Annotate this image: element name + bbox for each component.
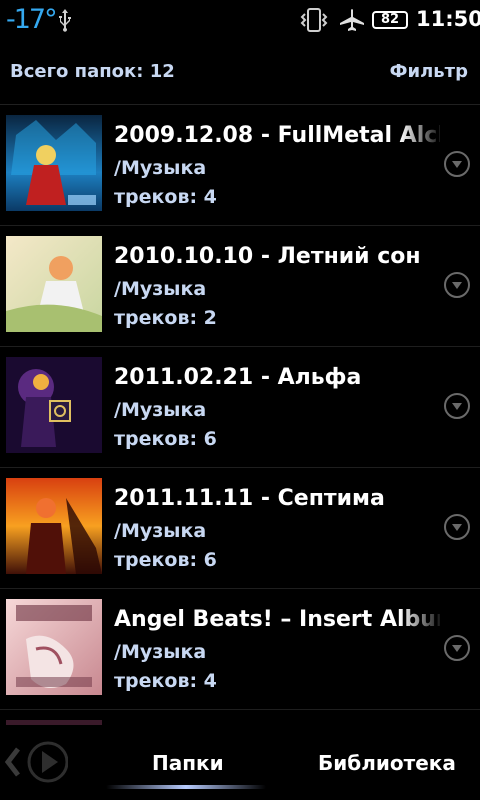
album-cover-image — [6, 478, 102, 574]
folder-item[interactable]: 2011.11.11 - Септима /Музыка треков: 6 — [0, 468, 480, 589]
folder-title: 2011.11.11 - Септима — [114, 486, 385, 511]
chevron-down-icon[interactable] — [444, 635, 470, 661]
clock: 11:50 — [416, 7, 480, 31]
folder-item[interactable]: Angel Beats! – Insert Album - I /Музыка … — [0, 589, 480, 710]
folder-path: /Музыка — [114, 278, 207, 300]
filter-button[interactable]: Фильтр — [390, 61, 468, 82]
tab-folders[interactable]: Папки — [152, 751, 224, 775]
folders-count: Всего папок: 12 — [10, 61, 175, 82]
folder-title: 2009.12.08 - FullMetal Alchemist — [114, 123, 440, 148]
usb-icon — [59, 9, 71, 32]
folder-title: 2010.10.10 - Летний сон — [114, 244, 421, 269]
album-cover-image — [6, 236, 102, 332]
folder-item[interactable] — [0, 710, 480, 725]
folder-path: /Музыка — [114, 157, 207, 179]
album-cover-image — [6, 115, 102, 211]
folder-list[interactable]: 2009.12.08 - FullMetal Alchemist /Музыка… — [0, 105, 480, 725]
title-fade — [400, 605, 444, 639]
chevron-down-icon[interactable] — [444, 514, 470, 540]
playback-arrows-icon[interactable] — [4, 739, 68, 785]
status-bar: -17° 82 11:50 — [0, 0, 480, 40]
vibrate-icon — [300, 8, 328, 32]
tab-library[interactable]: Библиотека — [318, 751, 456, 775]
album-cover-image — [6, 599, 102, 695]
chevron-down-icon[interactable] — [444, 272, 470, 298]
folder-item[interactable]: 2010.10.10 - Летний сон /Музыка треков: … — [0, 226, 480, 347]
folder-path: /Музыка — [114, 520, 207, 542]
track-count: треков: 6 — [114, 428, 217, 450]
folder-item[interactable]: 2011.02.21 - Альфа /Музыка треков: 6 — [0, 347, 480, 468]
chevron-down-icon[interactable] — [444, 151, 470, 177]
chevron-down-icon[interactable] — [444, 393, 470, 419]
title-fade — [400, 121, 444, 155]
album-cover-image — [6, 357, 102, 453]
active-tab-indicator — [106, 785, 266, 789]
track-count: треков: 6 — [114, 549, 217, 571]
folder-item[interactable]: 2009.12.08 - FullMetal Alchemist /Музыка… — [0, 105, 480, 226]
track-count: треков: 4 — [114, 186, 217, 208]
battery-level: 82 — [380, 12, 400, 27]
folder-title: Angel Beats! – Insert Album - I — [114, 607, 440, 632]
track-count: треков: 2 — [114, 307, 217, 329]
temperature-widget: -17° — [6, 4, 58, 35]
battery-icon: 82 — [372, 11, 408, 29]
track-count: треков: 4 — [114, 670, 217, 692]
folders-header: Всего папок: 12 Фильтр — [0, 40, 480, 105]
folder-path: /Музыка — [114, 399, 207, 421]
folder-title: 2011.02.21 - Альфа — [114, 365, 362, 390]
folder-path: /Музыка — [114, 641, 207, 663]
airplane-mode-icon — [340, 9, 364, 31]
bottom-tab-bar: Папки Библиотека — [0, 725, 480, 800]
